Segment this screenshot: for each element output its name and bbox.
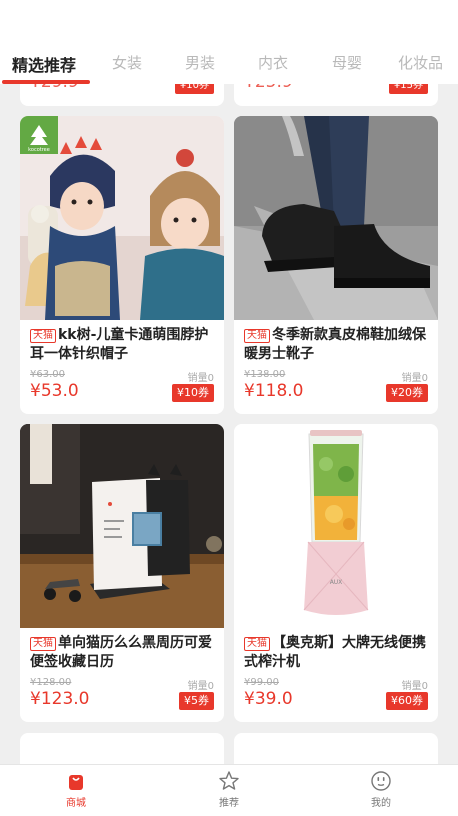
- brand-text: AUX: [330, 579, 343, 586]
- product-title-text: 单向猫历么么黑周历可爱便签收藏日历: [30, 635, 212, 670]
- category-tab-bar: 精选推荐 女装 男装 内衣 母婴 化妆品: [0, 0, 458, 84]
- tab-featured[interactable]: 精选推荐: [12, 52, 76, 76]
- sales-count: 销量0: [187, 681, 214, 692]
- product-title-text: 【奥克斯】大牌无线便携式榨汁机: [244, 635, 426, 670]
- nav-mine[interactable]: 我的: [341, 765, 421, 816]
- bottom-nav: 商城 推荐 我的: [0, 764, 458, 816]
- nav-recommend[interactable]: 推荐: [189, 765, 269, 816]
- coupon-badge[interactable]: ¥60券: [386, 692, 428, 710]
- coupon-badge[interactable]: ¥5券: [179, 692, 214, 710]
- original-price: ¥63.00: [30, 369, 65, 380]
- tmall-badge: 天猫: [244, 329, 270, 343]
- product-title-text: kk树-儿童卡通萌围脖护耳一体针织帽子: [30, 327, 209, 362]
- tmall-badge: 天猫: [244, 637, 270, 651]
- tmall-badge: 天猫: [30, 637, 56, 651]
- coupon-badge[interactable]: ¥20券: [386, 384, 428, 402]
- price: ¥39.0: [244, 689, 293, 709]
- star-icon: [219, 771, 239, 790]
- nav-mine-label: 我的: [371, 798, 391, 809]
- price: ¥118.0: [244, 381, 304, 401]
- product-title[interactable]: 天猫 kk树-儿童卡通萌围脖护耳一体针织帽子: [30, 326, 220, 364]
- product-card-partial[interactable]: [20, 733, 224, 764]
- shopping-bag-icon: [69, 775, 83, 790]
- product-title[interactable]: 天猫 单向猫历么么黑周历可爱便签收藏日历: [30, 634, 220, 672]
- nav-mall[interactable]: 商城: [36, 765, 116, 816]
- original-price: ¥138.00: [244, 369, 286, 380]
- smiley-icon: [371, 771, 391, 791]
- tab-mens[interactable]: 男装: [185, 52, 215, 73]
- product-title[interactable]: 天猫 【奥克斯】大牌无线便携式榨汁机: [244, 634, 434, 672]
- tmall-badge: 天猫: [30, 329, 56, 343]
- product-image-cat-calendar[interactable]: [20, 424, 224, 628]
- product-image-juicer[interactable]: AUX: [234, 424, 438, 628]
- original-price: ¥99.00: [244, 677, 279, 688]
- product-image-kids-hat[interactable]: kocotree: [20, 116, 224, 320]
- price: ¥123.0: [30, 689, 90, 709]
- tab-cosmetics[interactable]: 化妆品: [398, 52, 443, 73]
- sales-count: 销量0: [187, 373, 214, 384]
- tab-underwear[interactable]: 内衣: [258, 52, 288, 73]
- tab-womens[interactable]: 女装: [112, 52, 142, 73]
- sales-count: 销量0: [401, 681, 428, 692]
- product-feed[interactable]: ¥29.9 ¥10券 ¥25.9 ¥15券: [0, 0, 458, 764]
- original-price: ¥128.00: [30, 677, 72, 688]
- tab-mother-baby[interactable]: 母婴: [332, 52, 362, 73]
- product-card[interactable]: kocotree 天猫 kk树-儿童卡通萌围脖护耳一体针织帽子 ¥63.00 销量…: [20, 116, 224, 414]
- product-card[interactable]: 天猫 单向猫历么么黑周历可爱便签收藏日历 ¥128.00 销量0 ¥123.0 ¥…: [20, 424, 224, 722]
- sales-count: 销量0: [401, 373, 428, 384]
- coupon-badge[interactable]: ¥10券: [172, 384, 214, 402]
- product-card[interactable]: AUX 天猫 【奥克斯】大牌无线便携式榨汁机 ¥99.00 销量0 ¥39.0 ¥…: [234, 424, 438, 722]
- product-title-text: 冬季新款真皮棉鞋加绒保暖男士靴子: [244, 327, 426, 362]
- product-image-mens-boots[interactable]: [234, 116, 438, 320]
- product-title[interactable]: 天猫 冬季新款真皮棉鞋加绒保暖男士靴子: [244, 326, 434, 364]
- nav-mall-label: 商城: [66, 798, 86, 809]
- nav-recommend-label: 推荐: [219, 798, 239, 809]
- active-tab-indicator: [2, 80, 90, 84]
- product-card[interactable]: 天猫 冬季新款真皮棉鞋加绒保暖男士靴子 ¥138.00 销量0 ¥118.0 ¥2…: [234, 116, 438, 414]
- brand-logo-text: kocotree: [28, 147, 50, 153]
- product-card-partial[interactable]: [234, 733, 438, 764]
- price: ¥53.0: [30, 381, 79, 401]
